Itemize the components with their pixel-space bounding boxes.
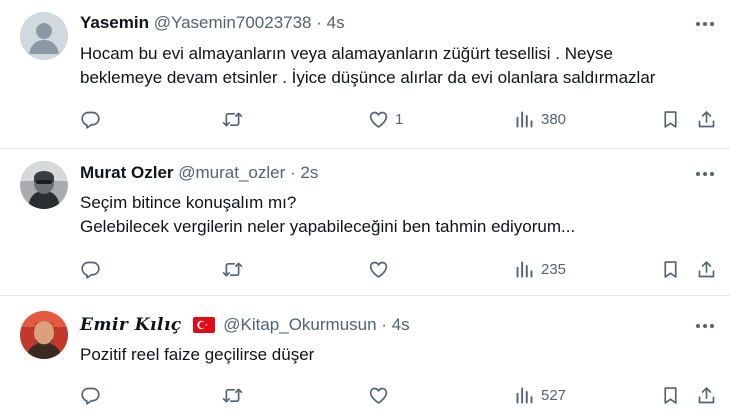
tweet-header: Emir Kılıç @Kitap_Okurmusun · 4s (80, 314, 410, 336)
more-horizontal-icon (696, 172, 714, 176)
views-icon (516, 387, 533, 403)
share-button[interactable] (696, 108, 717, 130)
like-button[interactable] (368, 384, 395, 406)
more-options-button[interactable] (694, 315, 716, 337)
bookmark-icon (664, 386, 677, 404)
reply-button[interactable] (80, 384, 101, 406)
views-button[interactable]: 527 (514, 384, 566, 406)
more-options-button[interactable] (694, 163, 716, 185)
tweet[interactable]: Yasemin @Yasemin70023738 · 4s Hocam bu e… (0, 0, 730, 150)
heart-icon (369, 387, 388, 404)
view-count: 235 (541, 260, 567, 278)
separator-dot: · (290, 163, 296, 182)
avatar[interactable] (20, 161, 68, 209)
heart-icon (369, 111, 388, 128)
tweet[interactable]: Emir Kılıç @Kitap_Okurmusun · 4s Pozitif… (0, 296, 730, 420)
retweet-button[interactable] (222, 108, 243, 130)
reply-button[interactable] (80, 108, 101, 130)
retweet-button[interactable] (222, 384, 243, 406)
share-icon (698, 110, 715, 127)
tweet-text-line: beklemeye devam etsinler . İyice düşünce… (80, 68, 656, 87)
more-options-button[interactable] (694, 13, 716, 35)
share-button[interactable] (696, 258, 717, 280)
user-handle[interactable]: @murat_ozler (178, 163, 285, 182)
bookmark-icon (664, 110, 677, 128)
display-name[interactable]: Murat Ozler (80, 163, 174, 182)
view-count: 527 (541, 386, 567, 404)
tweet-text: Hocam bu evi almayanların veya alamayanl… (80, 42, 720, 90)
tweet-header: Murat Ozler @murat_ozler · 2s (80, 162, 318, 184)
user-handle[interactable]: @Yasemin70023738 (154, 13, 312, 32)
bookmark-button[interactable] (660, 384, 681, 406)
retweet-icon (222, 388, 243, 402)
retweet-icon (222, 262, 243, 276)
tweet-text-line: Gelebilecek vergilerin neler yapabileceğ… (80, 217, 576, 236)
separator-dot: · (381, 315, 387, 334)
reply-icon (81, 111, 100, 129)
share-button[interactable] (696, 384, 717, 406)
avatar[interactable] (20, 311, 68, 359)
tweet-header: Yasemin @Yasemin70023738 · 4s (80, 12, 345, 34)
reply-icon (81, 387, 100, 405)
bookmark-icon (664, 260, 677, 278)
display-name[interactable]: Emir Kılıç (80, 315, 182, 335)
separator-dot: · (316, 13, 322, 32)
display-name[interactable]: Yasemin (80, 13, 149, 32)
tweet-text-line: Seçim bitince konuşalım mı? (80, 193, 297, 212)
bookmark-button[interactable] (660, 258, 681, 280)
tweet-text: Pozitif reel faize geçilirse düşer (80, 343, 720, 367)
like-button[interactable]: 1 (368, 108, 403, 130)
avatar[interactable] (20, 12, 68, 60)
share-icon (698, 386, 715, 403)
views-icon (516, 111, 533, 127)
default-avatar-icon (20, 12, 68, 60)
timestamp[interactable]: 4s (327, 13, 345, 32)
like-button[interactable] (368, 258, 395, 280)
retweet-button[interactable] (222, 258, 243, 280)
turkey-flag-icon (192, 317, 215, 333)
user-handle[interactable]: @Kitap_Okurmusun (223, 315, 376, 334)
more-horizontal-icon (696, 324, 714, 328)
timestamp[interactable]: 4s (392, 315, 410, 334)
views-button[interactable]: 380 (514, 108, 566, 130)
view-count: 380 (541, 110, 567, 128)
tweet-text-line: Hocam bu evi almayanların veya alamayanl… (80, 44, 613, 63)
views-icon (516, 261, 533, 277)
more-horizontal-icon (696, 22, 714, 26)
tweet-text-line: Pozitif reel faize geçilirse düşer (80, 345, 315, 364)
share-icon (698, 260, 715, 277)
views-button[interactable]: 235 (514, 258, 566, 280)
timestamp[interactable]: 2s (300, 163, 318, 182)
profile-photo-icon (20, 161, 68, 209)
like-count: 1 (395, 110, 404, 128)
tweet-text: Seçim bitince konuşalım mı? Gelebilecek … (80, 191, 720, 239)
retweet-icon (222, 112, 243, 126)
profile-photo-icon (20, 311, 68, 359)
bookmark-button[interactable] (660, 108, 681, 130)
tweet[interactable]: Murat Ozler @murat_ozler · 2s Seçim biti… (0, 149, 730, 295)
heart-icon (369, 261, 388, 278)
reply-icon (81, 261, 100, 279)
reply-button[interactable] (80, 258, 101, 280)
